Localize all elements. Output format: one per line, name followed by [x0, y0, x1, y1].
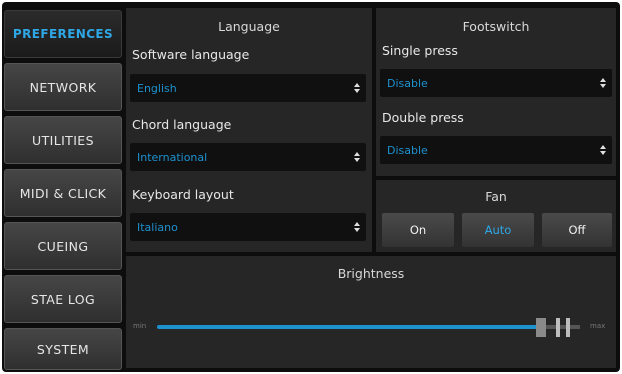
keyboard-layout-value: Italiano [137, 220, 178, 234]
menu-preferences[interactable]: PREFERENCES [4, 10, 122, 58]
menu-network[interactable]: NETWORK [4, 63, 122, 111]
language-title: Language [218, 19, 280, 34]
footswitch-title: Footswitch [462, 19, 530, 34]
fan-title: Fan [485, 189, 507, 204]
chord-language-select[interactable]: International [130, 143, 366, 171]
brightness-max-label: max [590, 322, 606, 330]
brightness-slider-thumb-grip[interactable] [566, 318, 570, 337]
brightness-panel: Brightness [126, 256, 616, 368]
chord-language-value: International [137, 150, 208, 164]
menu-preferences-label: PREFERENCES [12, 27, 114, 41]
fan-auto-button[interactable]: Auto [462, 213, 534, 247]
software-language-label: Software language [132, 47, 250, 62]
brightness-min-label: min [133, 322, 147, 330]
menu-midi-click[interactable]: MIDI & CLICK [4, 169, 122, 217]
fan-off-label: Off [568, 223, 586, 237]
select-arrows-icon [599, 76, 607, 90]
menu-system[interactable]: SYSTEM [4, 328, 122, 370]
keyboard-layout-select[interactable]: Italiano [130, 213, 366, 241]
double-press-label: Double press [382, 110, 464, 125]
single-press-value: Disable [387, 76, 428, 90]
brightness-slider-handle[interactable] [536, 318, 546, 337]
fan-on-label: On [409, 223, 427, 237]
single-press-label: Single press [382, 43, 458, 58]
chord-language-label: Chord language [132, 117, 232, 132]
single-press-select[interactable]: Disable [380, 69, 612, 97]
select-arrows-icon [353, 81, 361, 95]
fan-on-button[interactable]: On [382, 213, 454, 247]
select-arrows-icon [353, 220, 361, 234]
software-language-value: English [137, 81, 177, 95]
double-press-select[interactable]: Disable [380, 136, 612, 164]
menu-cueing-label: CUEING [37, 238, 89, 254]
menu-network-label: NETWORK [29, 79, 97, 95]
footswitch-panel: Footswitch Single press Disable Double p… [376, 8, 616, 176]
double-press-value: Disable [387, 143, 428, 157]
brightness-slider-thumb[interactable] [556, 318, 560, 337]
menu-utilities-label: UTILITIES [32, 132, 94, 148]
language-panel: Language Software language English Chord… [126, 8, 372, 252]
fan-off-button[interactable]: Off [542, 213, 612, 247]
menu-system-label: SYSTEM [36, 341, 90, 357]
select-arrows-icon [599, 143, 607, 157]
brightness-slider-remaining[interactable] [540, 325, 580, 329]
select-arrows-icon [353, 150, 361, 164]
menu-stae-log[interactable]: STAE LOG [4, 275, 122, 323]
brightness-slider-track[interactable] [157, 325, 540, 329]
brightness-title: Brightness [337, 266, 405, 281]
keyboard-layout-label: Keyboard layout [132, 187, 234, 202]
software-language-select[interactable]: English [130, 74, 366, 102]
menu-cueing[interactable]: CUEING [4, 222, 122, 270]
menu-utilities[interactable]: UTILITIES [4, 116, 122, 164]
fan-auto-label: Auto [484, 223, 512, 237]
menu-midi-click-label: MIDI & CLICK [19, 185, 107, 201]
menu-stae-log-label: STAE LOG [30, 291, 96, 307]
